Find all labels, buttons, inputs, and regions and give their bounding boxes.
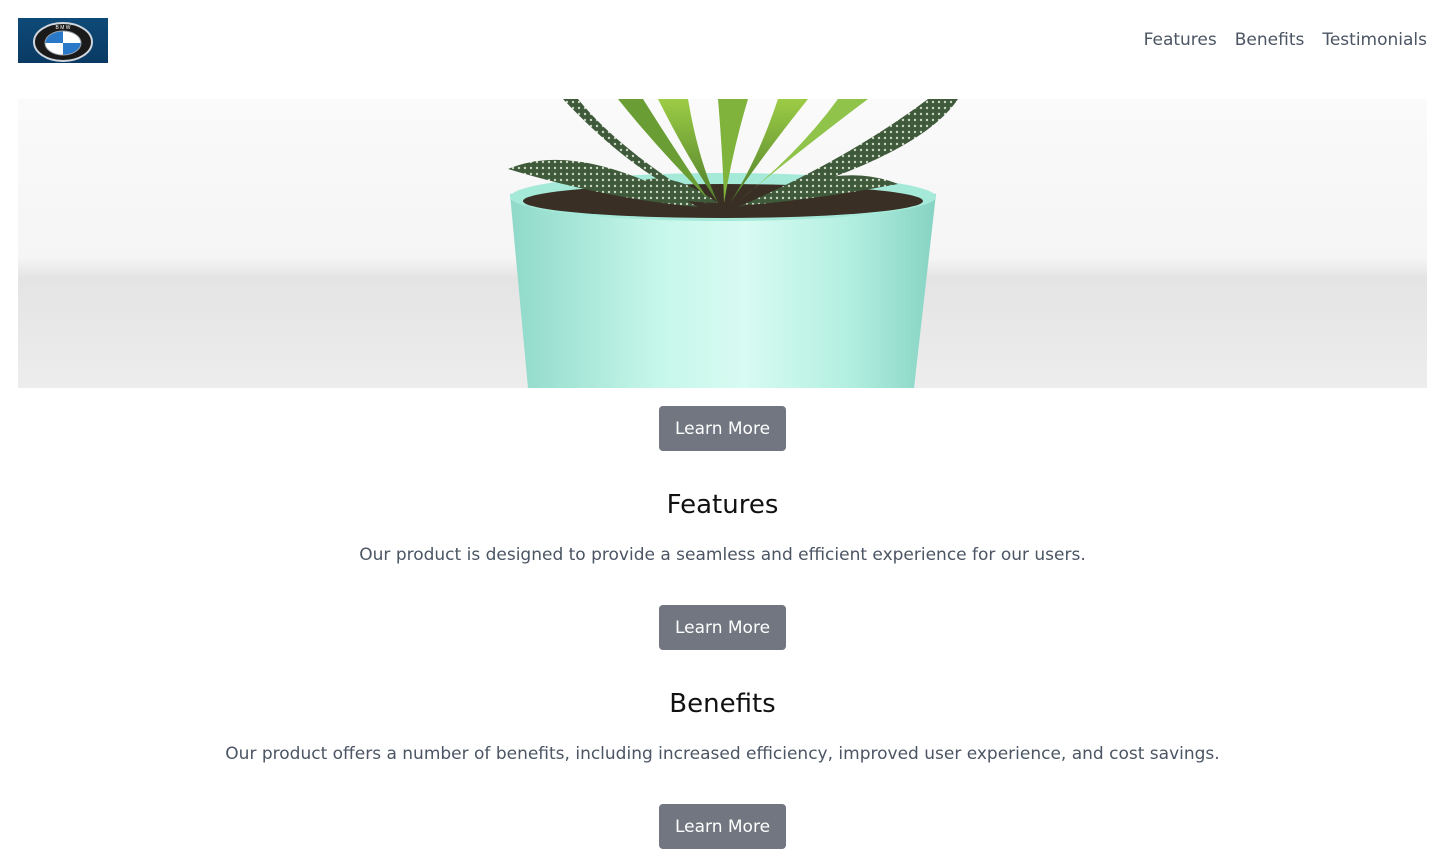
main-nav: Features Benefits Testimonials	[1144, 29, 1427, 51]
nav-link-benefits[interactable]: Benefits	[1235, 29, 1305, 51]
benefits-text: Our product offers a number of benefits,…	[225, 744, 1220, 764]
nav-link-testimonials[interactable]: Testimonials	[1322, 29, 1427, 51]
hero-image	[18, 99, 1427, 388]
features-title: Features	[666, 490, 779, 520]
hero-learn-more-button[interactable]: Learn More	[659, 406, 786, 451]
bmw-logo-icon[interactable]: B M W	[18, 18, 108, 63]
benefits-title: Benefits	[669, 689, 776, 719]
svg-text:B M W: B M W	[56, 25, 71, 31]
landing-page: B M W Features Benefits Testimonials Lea…	[0, 0, 1445, 867]
features-learn-more-button[interactable]: Learn More	[659, 605, 786, 650]
nav-link-features[interactable]: Features	[1144, 29, 1217, 51]
features-text: Our product is designed to provide a sea…	[359, 545, 1086, 565]
benefits-learn-more-button[interactable]: Learn More	[659, 804, 786, 849]
